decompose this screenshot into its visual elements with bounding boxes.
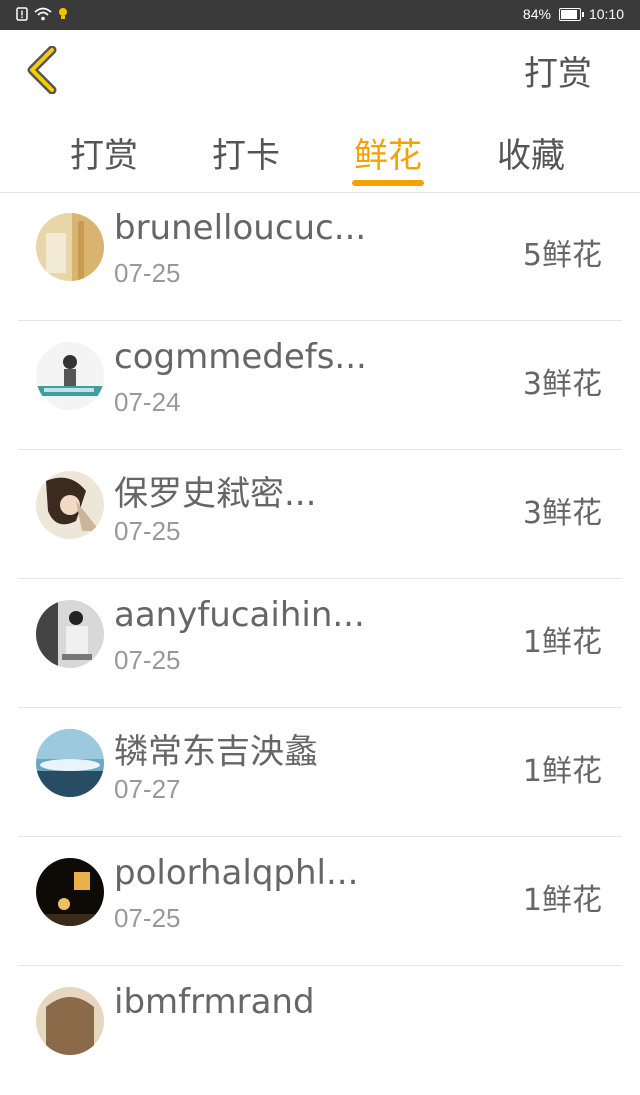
back-chevron-icon[interactable] <box>24 46 64 94</box>
user-name: polorhalqphl... <box>114 853 359 893</box>
date: 07-25 <box>114 645 181 675</box>
avatar[interactable] <box>36 987 104 1055</box>
flower-count: 3鲜花 <box>522 496 602 531</box>
date: 07-27 <box>114 774 181 804</box>
tab-bar: 打赏 打卡 鲜花 收藏 <box>0 110 640 193</box>
battery-percent: 84% <box>522 6 551 22</box>
list-item[interactable]: brunelloucuc... 07-25 5鲜花 <box>0 192 640 321</box>
wifi-icon <box>34 7 52 21</box>
header: 打赏 <box>0 30 640 110</box>
list-item[interactable]: 保罗史弒密... 07-25 3鲜花 <box>0 450 640 579</box>
user-name: cogmmedefs... <box>114 337 367 377</box>
tab-favorites[interactable]: 收藏 <box>497 128 565 177</box>
list-item[interactable]: polorhalqphl... 07-25 1鲜花 <box>0 837 640 966</box>
tab-reward[interactable]: 打赏 <box>70 128 138 177</box>
list-item[interactable]: 辚常东吉泱蠡 07-27 1鲜花 <box>0 708 640 837</box>
date: 07-25 <box>114 516 181 546</box>
user-name: ibmfrmrand <box>114 982 315 1022</box>
notification-icon <box>16 7 28 21</box>
avatar[interactable] <box>36 471 104 539</box>
clock: 10:10 <box>588 6 624 22</box>
list-item[interactable]: cogmmedefs... 07-24 3鲜花 <box>0 321 640 450</box>
list-item[interactable]: ibmfrmrand <box>0 966 640 1095</box>
flower-count: 1鲜花 <box>522 883 602 918</box>
avatar[interactable] <box>36 858 104 926</box>
flower-count: 3鲜花 <box>522 367 602 402</box>
flower-count: 1鲜花 <box>522 625 602 660</box>
tab-flowers-label: 鲜花 <box>354 136 422 176</box>
avatar[interactable] <box>36 213 104 281</box>
status-bar: 84% 10:10 <box>0 0 640 30</box>
bulb-icon <box>59 8 67 19</box>
avatar[interactable] <box>36 342 104 410</box>
active-tab-indicator <box>352 180 424 186</box>
tab-checkin[interactable]: 打卡 <box>212 128 280 177</box>
date: 07-24 <box>114 387 181 417</box>
user-name: brunelloucuc... <box>114 208 367 248</box>
tab-flowers[interactable]: 鲜花 <box>352 128 424 186</box>
avatar[interactable] <box>36 729 104 797</box>
user-name: aanyfucaihin... <box>114 595 365 635</box>
avatar[interactable] <box>36 600 104 668</box>
flower-count: 5鲜花 <box>522 238 602 273</box>
battery-icon <box>558 7 584 21</box>
flower-list: brunelloucuc... 07-25 5鲜花 cogmmedefs... … <box>0 192 640 1095</box>
flower-count: 1鲜花 <box>522 754 602 789</box>
date: 07-25 <box>114 258 181 288</box>
user-name: 保罗史弒密... <box>114 474 317 514</box>
reward-header-button[interactable]: 打赏 <box>524 46 592 95</box>
status-icons-left <box>16 7 68 21</box>
list-item[interactable]: aanyfucaihin... 07-25 1鲜花 <box>0 579 640 708</box>
user-name: 辚常东吉泱蠡 <box>114 732 318 772</box>
status-icons-right: 84% 10:10 <box>523 6 624 22</box>
date: 07-25 <box>114 903 181 933</box>
